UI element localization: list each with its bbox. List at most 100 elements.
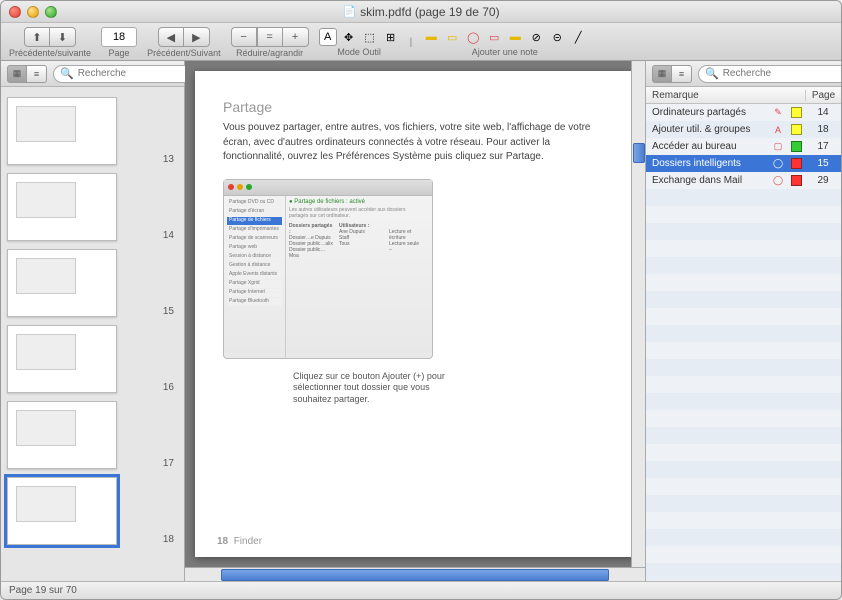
right-search[interactable]: 🔍 (698, 65, 841, 83)
notes-list[interactable]: Ordinateurs partagés✎14Ajouter util. & g… (646, 104, 841, 581)
underline-note-icon[interactable]: ⊘ (527, 28, 545, 46)
select-tool-icon[interactable]: ⬚ (361, 28, 379, 46)
notes-header: Remarque Page (646, 87, 841, 104)
note-item[interactable]: Exchange dans Mail◯ 29 (646, 172, 841, 189)
notes-list-icon[interactable]: ≡ (672, 65, 692, 83)
back-button[interactable]: ◀ (158, 27, 184, 47)
note-page: 15 (805, 158, 841, 169)
col-page[interactable]: Page (805, 90, 841, 101)
page-footer: 18 Finder (217, 536, 262, 547)
thumbnail-page-label: 13 (163, 154, 178, 165)
thumbnail[interactable]: 18 (1, 473, 184, 549)
note-color-swatch (787, 141, 805, 152)
add-note-group: ▬ ▭ ◯ ▭ ▬ ⊘ ⊝ ╱ Ajouter une note (422, 28, 587, 57)
note-color-swatch (787, 158, 805, 169)
zoom-actual-button[interactable]: = (257, 27, 283, 47)
note-remark: Dossiers intelligents (646, 158, 769, 169)
embedded-screenshot: Partage DVD ou CD Partage d'écran Partag… (223, 179, 433, 359)
note-type-icon: ◯ (769, 158, 787, 169)
note-page: 18 (805, 124, 841, 135)
col-remark[interactable]: Remarque (646, 90, 769, 101)
strikeout-note-icon[interactable]: ⊝ (548, 28, 566, 46)
note-item[interactable]: Ordinateurs partagés✎14 (646, 104, 841, 121)
box-note-icon[interactable]: ▭ (485, 28, 503, 46)
note-type-icon: A (769, 125, 787, 135)
note-item[interactable]: Ajouter util. & groupesA 18 (646, 121, 841, 138)
zoom-group: − = + Réduire/agrandir (231, 27, 309, 58)
note-remark: Ajouter util. & groupes (646, 124, 769, 135)
note-color-swatch (787, 107, 805, 118)
thumbnail[interactable]: 17 (1, 397, 184, 473)
line-note-icon[interactable]: ╱ (569, 28, 587, 46)
zoom-label: Réduire/agrandir (236, 48, 303, 58)
statusbar: Page 19 sur 70 (1, 581, 841, 599)
add-note-label: Ajouter une note (472, 47, 538, 57)
page-callout: Cliquez sur ce bouton Ajouter (+) pour s… (293, 371, 453, 406)
content: ▦ ≡ 🔍 13 14 15 16 17 18 Partage Vous pouvez p… (1, 61, 841, 581)
zoom-in-button[interactable]: + (283, 27, 309, 47)
thumbnail-page-label: 15 (163, 306, 178, 317)
zoom-out-button[interactable]: − (231, 27, 257, 47)
thumbnail-page-label: 18 (163, 534, 178, 545)
page-field[interactable] (101, 27, 137, 47)
note-color-swatch (787, 175, 805, 186)
sidebar-right: ▦ ≡ 🔍 Remarque Page Ordinateurs partagés… (645, 61, 841, 581)
thumbnail-view-icon[interactable]: ▦ (7, 65, 27, 83)
note-item[interactable]: Accéder au bureau▢17 (646, 138, 841, 155)
snapshot-tool-icon[interactable]: ⊞ (382, 28, 400, 46)
prev-next-group: ⬆ ⬇ Précédente/suivante (9, 27, 91, 58)
thumbnail-page-label: 16 (163, 382, 178, 393)
prev-next-label: Précédente/suivante (9, 48, 91, 58)
vertical-scrollbar[interactable] (631, 61, 645, 567)
right-view-segmented[interactable]: ▦ ≡ (652, 65, 692, 83)
next-page-button[interactable]: ⬇ (50, 27, 76, 47)
sidebar-left-toolbar: ▦ ≡ 🔍 (1, 61, 184, 87)
search-icon: 🔍 (705, 67, 719, 80)
back-forward-label: Précédent/Suivant (147, 48, 221, 58)
page-heading: Partage (223, 99, 607, 115)
titlebar: 📄 skim.pdfd (page 19 de 70) (1, 1, 841, 23)
left-view-segmented[interactable]: ▦ ≡ (7, 65, 47, 83)
main: Partage Vous pouvez partager, entre autr… (185, 61, 645, 581)
note-type-icon: ✎ (769, 107, 787, 118)
outline-view-icon[interactable]: ≡ (27, 65, 47, 83)
page-group: Page (101, 27, 137, 58)
notes-grouped-icon[interactable]: ▦ (652, 65, 672, 83)
back-forward-group: ◀ ▶ Précédent/Suivant (147, 27, 221, 58)
right-search-input[interactable] (723, 68, 841, 79)
move-tool-icon[interactable]: ✥ (340, 28, 358, 46)
thumbnail-page-label: 14 (163, 230, 178, 241)
note-type-icon: ▢ (769, 141, 787, 152)
thumbnail[interactable]: 16 (1, 321, 184, 397)
window-title: 📄 skim.pdfd (page 19 de 70) (1, 5, 841, 19)
note-item[interactable]: Dossiers intelligents◯ 15 (646, 155, 841, 172)
sidebar-right-toolbar: ▦ ≡ 🔍 (646, 61, 841, 87)
forward-button[interactable]: ▶ (184, 27, 210, 47)
document-icon: 📄 (342, 5, 356, 18)
note-type-icon: ◯ (769, 175, 787, 186)
tool-mode-label: Mode Outil (337, 47, 381, 57)
sidebar-left: ▦ ≡ 🔍 13 14 15 16 17 18 (1, 61, 185, 581)
note-remark: Exchange dans Mail (646, 175, 769, 186)
note-remark: Ordinateurs partagés (646, 107, 769, 118)
page: Partage Vous pouvez partager, entre autr… (195, 71, 635, 557)
circle-note-icon[interactable]: ◯ (464, 28, 482, 46)
thumbnail[interactable]: 14 (1, 169, 184, 245)
tool-mode-group: A ✥ ⬚ ⊞ Mode Outil (319, 28, 400, 57)
page-body: Vous pouvez partager, entre autres, vos … (223, 121, 607, 165)
highlight-note-icon[interactable]: ▬ (506, 28, 524, 46)
note-color-swatch (787, 124, 805, 135)
note-page: 17 (805, 141, 841, 152)
horizontal-scrollbar[interactable] (185, 567, 645, 581)
window: 📄 skim.pdfd (page 19 de 70) ⬆ ⬇ Précéden… (0, 0, 842, 600)
thumbnail[interactable]: 13 (1, 93, 184, 169)
text-tool-icon[interactable]: A (319, 28, 337, 46)
note-page: 29 (805, 175, 841, 186)
page-view[interactable]: Partage Vous pouvez partager, entre autr… (185, 61, 645, 567)
thumbnail[interactable]: 15 (1, 245, 184, 321)
thumbnails[interactable]: 13 14 15 16 17 18 (1, 87, 184, 581)
text-note-icon[interactable]: ▬ (422, 28, 440, 46)
page-label: Page (109, 48, 130, 58)
prev-page-button[interactable]: ⬆ (24, 27, 50, 47)
anchored-note-icon[interactable]: ▭ (443, 28, 461, 46)
